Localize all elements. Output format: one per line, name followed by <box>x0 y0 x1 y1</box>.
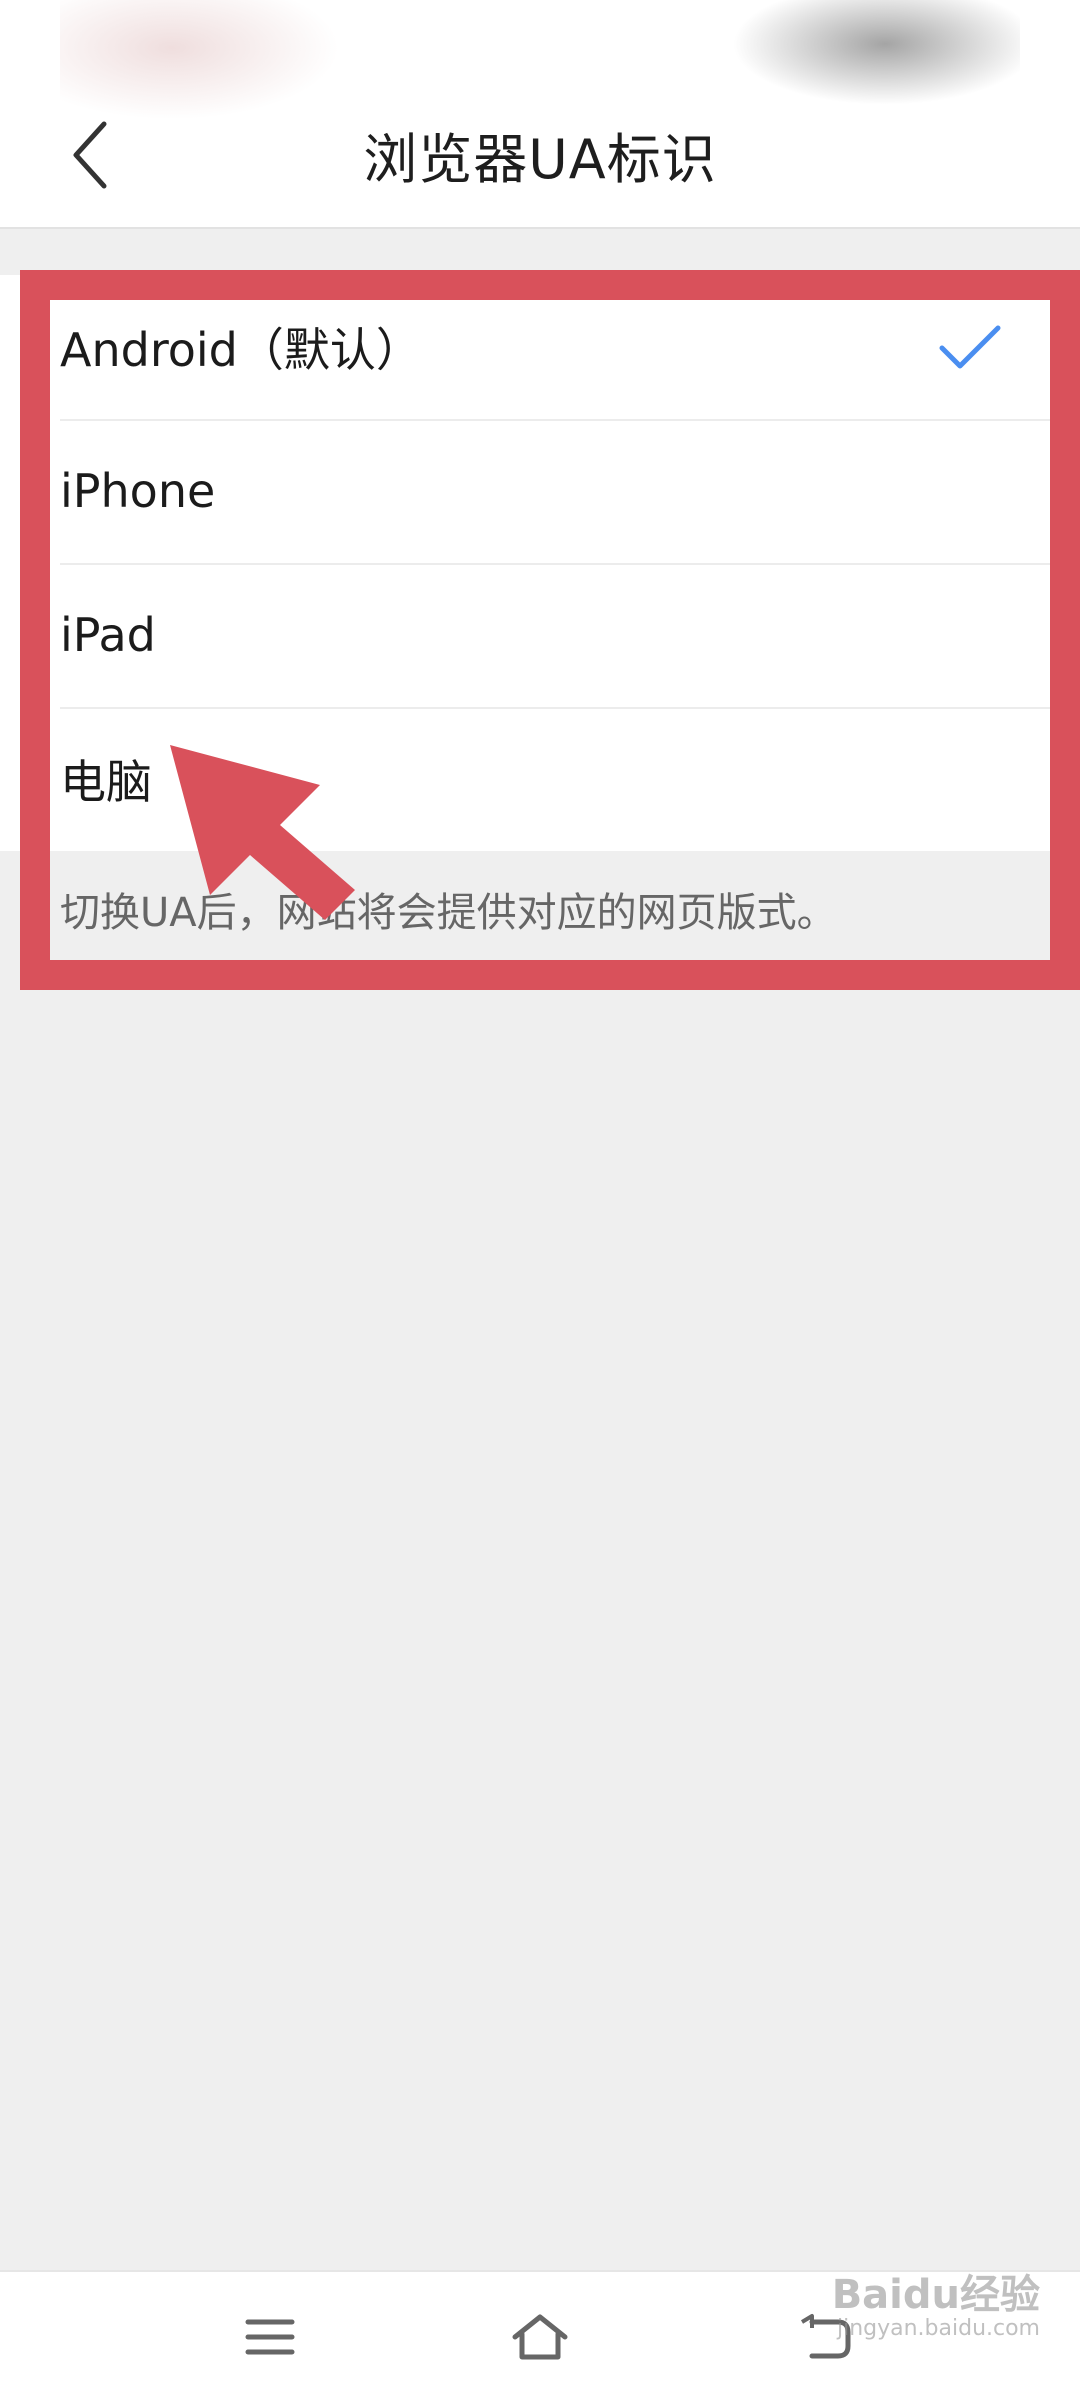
ua-option-iphone[interactable]: iPhone <box>0 419 1080 563</box>
page-title: 浏览器UA标识 <box>363 128 717 191</box>
ua-hint-text: 切换UA后，网站将会提供对应的网页版式。 <box>60 890 837 936</box>
back-nav-button[interactable] <box>785 2302 865 2372</box>
ua-option-label: iPhone <box>60 464 216 518</box>
header-decoration-left <box>60 0 340 120</box>
ua-option-android[interactable]: Android（默认） <box>0 275 1080 419</box>
header-decoration-right <box>720 0 1020 110</box>
back-icon <box>800 2314 851 2359</box>
home-button[interactable] <box>500 2302 580 2372</box>
ua-option-label: iPad <box>60 608 156 662</box>
menu-button[interactable] <box>230 2302 310 2372</box>
checkmark-icon <box>939 325 1001 369</box>
ua-option-list: Android（默认） iPhone iPad 电脑 <box>0 275 1080 851</box>
ua-option-label: 电脑 <box>60 755 152 809</box>
home-icon <box>512 2314 568 2360</box>
menu-icon <box>245 2319 295 2355</box>
ua-option-ipad[interactable]: iPad <box>0 563 1080 707</box>
ua-option-pc[interactable]: 电脑 <box>0 707 1080 851</box>
header: 浏览器UA标识 <box>0 0 1080 229</box>
ua-option-label: Android（默认） <box>60 323 422 377</box>
bottom-navigation-bar <box>0 2270 1080 2402</box>
